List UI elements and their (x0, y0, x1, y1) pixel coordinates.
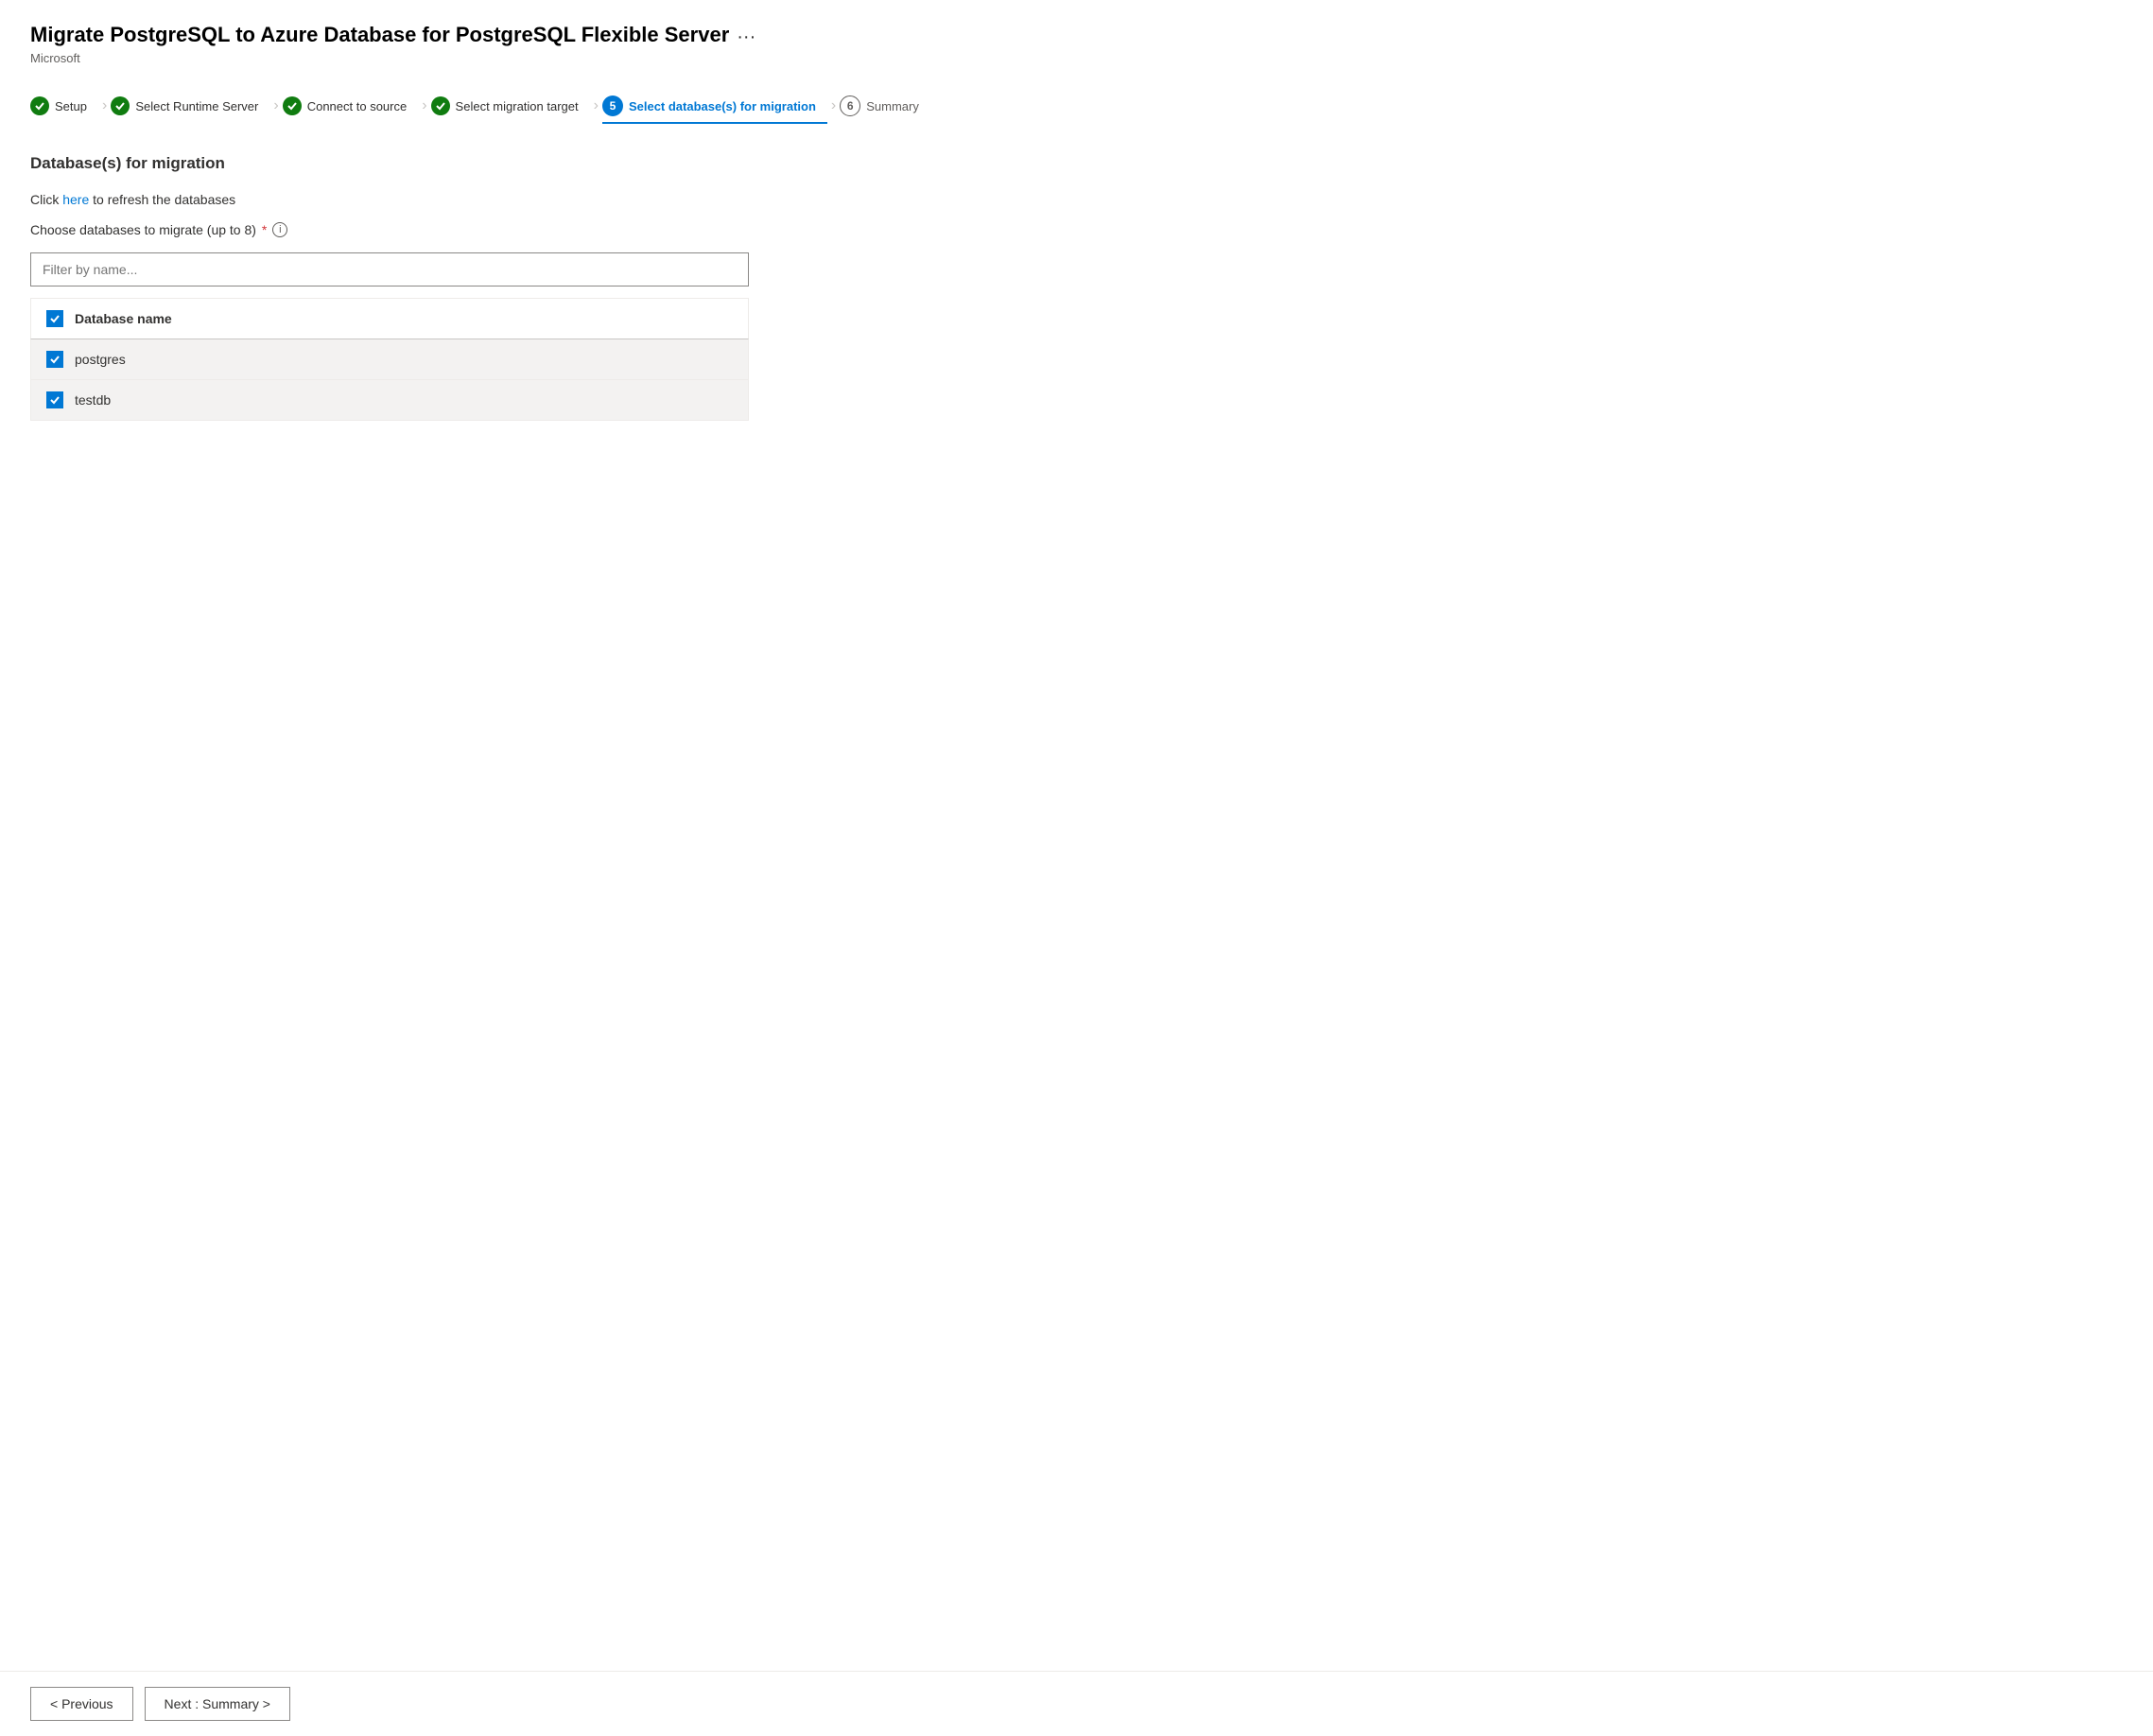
database-rows: postgres testdb (30, 339, 749, 421)
wizard-step-summary[interactable]: 6 Summary (840, 88, 930, 124)
testdb-checkbox[interactable] (46, 391, 63, 408)
page-subtitle: Microsoft (30, 51, 2123, 65)
previous-button[interactable]: < Previous (30, 1687, 133, 1721)
table-row: postgres (31, 339, 748, 380)
step-check-icon-4 (431, 96, 450, 115)
page-title: Migrate PostgreSQL to Azure Database for… (30, 23, 729, 47)
refresh-text: Click here to refresh the databases (30, 192, 2123, 207)
db-column-header: Database name (75, 311, 172, 326)
postgres-checkbox[interactable] (46, 351, 63, 368)
wizard-step-migration-target[interactable]: Select migration target (431, 89, 590, 123)
step-separator-3: › (422, 97, 426, 114)
more-options-icon[interactable]: ··· (737, 26, 755, 48)
step-number-icon-5: 5 (602, 95, 623, 116)
step-label-select-databases: Select database(s) for migration (629, 99, 816, 113)
step-check-icon-2 (111, 96, 130, 115)
filter-input[interactable] (30, 252, 749, 286)
next-button[interactable]: Next : Summary > (145, 1687, 290, 1721)
step-check-icon-3 (283, 96, 302, 115)
table-row: testdb (31, 380, 748, 420)
step-separator-2: › (273, 97, 278, 114)
wizard-step-connect-source[interactable]: Connect to source (283, 89, 419, 123)
step-separator-4: › (594, 97, 599, 114)
step-number-icon-6: 6 (840, 95, 860, 116)
refresh-text-after: to refresh the databases (89, 192, 235, 207)
info-icon[interactable]: i (272, 222, 287, 237)
step-label-setup: Setup (55, 99, 87, 113)
wizard-steps: Setup › Select Runtime Server › Connect … (30, 88, 2123, 124)
testdb-db-name: testdb (75, 392, 111, 408)
refresh-link[interactable]: here (62, 192, 89, 207)
footer: < Previous Next : Summary > (0, 1671, 2153, 1736)
step-label-migration-target: Select migration target (456, 99, 579, 113)
wizard-step-runtime-server[interactable]: Select Runtime Server (111, 89, 269, 123)
step-check-icon-1 (30, 96, 49, 115)
step-label-runtime-server: Select Runtime Server (135, 99, 258, 113)
required-star: * (262, 222, 267, 237)
wizard-step-setup[interactable]: Setup (30, 89, 98, 123)
step-label-summary: Summary (866, 99, 919, 113)
step-separator-1: › (102, 97, 107, 114)
select-all-checkbox[interactable] (46, 310, 63, 327)
db-table-header: Database name (30, 298, 749, 339)
step-label-connect-source: Connect to source (307, 99, 408, 113)
section-title: Database(s) for migration (30, 154, 2123, 173)
postgres-db-name: postgres (75, 352, 126, 367)
choose-label-text: Choose databases to migrate (up to 8) (30, 222, 256, 237)
wizard-step-select-databases[interactable]: 5 Select database(s) for migration (602, 88, 827, 124)
choose-label: Choose databases to migrate (up to 8) * … (30, 222, 2123, 237)
step-separator-5: › (831, 97, 836, 114)
database-table: Database name postgres testdb (30, 298, 749, 421)
refresh-text-before: Click (30, 192, 62, 207)
